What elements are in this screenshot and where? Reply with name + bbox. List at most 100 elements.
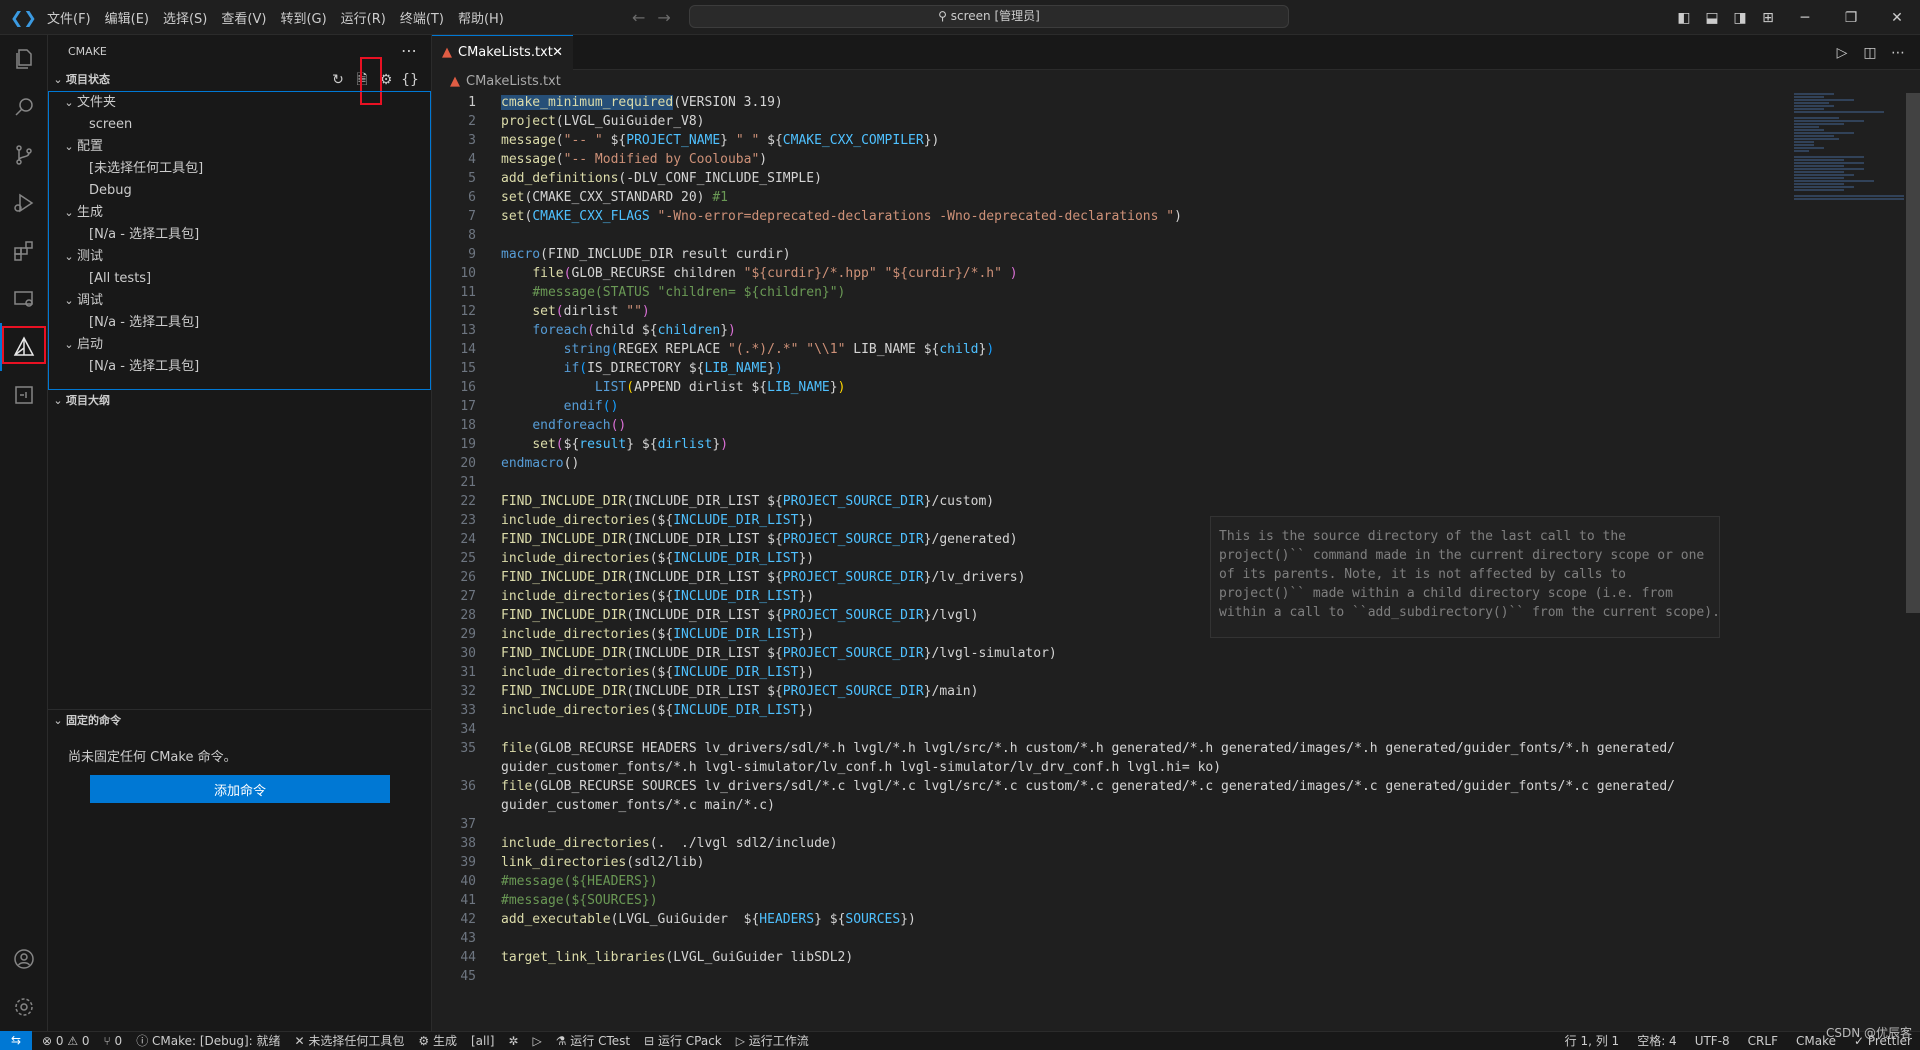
- code-line: 11 #message(STATUS "children= ${children…: [460, 285, 846, 300]
- command-center-search[interactable]: ⚲ screen [管理员]: [689, 5, 1289, 28]
- run-cpack-button[interactable]: ⊟ 运行 CPack: [644, 1032, 722, 1050]
- code-line: 30 FIND_INCLUDE_DIR(INCLUDE_DIR_LIST ${PR…: [460, 646, 1057, 661]
- chevron-down-icon: ⌄: [53, 714, 63, 727]
- status-bar: ⇆ ⊗ 0 ⚠ 0 ⑂ 0 ⓘ CMake: [Debug]: 就绪 ✕ 未选择…: [0, 1026, 1920, 1050]
- back-arrow-icon[interactable]: ←: [632, 8, 645, 27]
- problems-status[interactable]: ⊗ 0 ⚠ 0: [42, 1032, 90, 1050]
- code-line: 20 endmacro(): [460, 456, 580, 471]
- manage-gear-icon[interactable]: [0, 983, 48, 1031]
- search-view-icon[interactable]: [0, 83, 48, 131]
- activity-bar: [0, 35, 48, 1031]
- tree-group-debug[interactable]: ⌄ 调试: [49, 290, 430, 312]
- project-status-tree: ⌄ 文件夹 screen ⌄ 配置 [未选择任何工具包] Debug ⌄ 生成 [N/…: [48, 91, 431, 390]
- forward-arrow-icon[interactable]: →: [657, 8, 670, 27]
- build-target-status[interactable]: [all]: [471, 1032, 494, 1050]
- tree-group-launch[interactable]: ⌄ 启动: [49, 334, 430, 356]
- code-line: 39 link_directories(sdl2/lib): [460, 855, 705, 870]
- minimize-button[interactable]: ─: [1782, 10, 1828, 26]
- menu-view[interactable]: 查看(V): [214, 8, 273, 27]
- json-braces-icon[interactable]: {}: [398, 69, 422, 91]
- kit-status[interactable]: ✕ 未选择任何工具包: [295, 1032, 405, 1050]
- project-outline-header[interactable]: ⌄ 项目大纲: [48, 390, 432, 412]
- tree-item-tests[interactable]: [All tests]: [49, 268, 430, 290]
- pinned-commands-label: 固定的命令: [66, 714, 121, 727]
- status-left: ⊗ 0 ⚠ 0 ⑂ 0 ⓘ CMake: [Debug]: 就绪 ✕ 未选择任何…: [42, 1032, 823, 1050]
- run-debug-icon[interactable]: [0, 179, 48, 227]
- chevron-down-icon: ⌄: [64, 140, 74, 153]
- menu-file[interactable]: 文件(F): [40, 8, 98, 27]
- line-ending-status[interactable]: CRLF: [1748, 1032, 1778, 1050]
- chevron-down-icon: ⌄: [53, 394, 63, 407]
- menu-go[interactable]: 转到(G): [273, 8, 333, 27]
- tree-item-build-type[interactable]: Debug: [49, 180, 430, 202]
- breadcrumb[interactable]: ▲ CMakeLists.txt: [450, 71, 561, 93]
- hover-tooltip: This is the source directory of the last…: [1210, 516, 1720, 638]
- minimap[interactable]: [1794, 93, 1906, 213]
- launch-play-icon[interactable]: ▷: [532, 1032, 541, 1050]
- extensions-icon[interactable]: [0, 227, 48, 275]
- tree-group-config[interactable]: ⌄ 配置: [49, 136, 430, 158]
- close-tab-icon[interactable]: ✕: [552, 36, 563, 69]
- toggle-panel-icon[interactable]: ⬓: [1698, 10, 1726, 26]
- chevron-down-icon: ⌄: [53, 73, 63, 86]
- tree-group-folder[interactable]: ⌄ 文件夹: [49, 92, 430, 114]
- source-control-icon[interactable]: [0, 131, 48, 179]
- run-ctest-button[interactable]: ⚗ 运行 CTest: [556, 1032, 630, 1050]
- code-line: 35 file(GLOB_RECURSE HEADERS lv_drivers/s…: [460, 741, 1676, 775]
- code-line: 12 set(dirlist ""): [460, 304, 650, 319]
- add-command-button[interactable]: 添加命令: [90, 775, 390, 803]
- tree-item-debug-target[interactable]: [N/a - 选择工具包]: [49, 312, 430, 334]
- menu-terminal[interactable]: 终端(T): [393, 8, 451, 27]
- tree-group-test[interactable]: ⌄ 测试: [49, 246, 430, 268]
- accounts-icon[interactable]: [0, 935, 48, 983]
- highlight-box-cmake: [2, 326, 46, 364]
- tree-item-kit[interactable]: [未选择任何工具包]: [49, 158, 430, 180]
- more-actions-icon[interactable]: ⋯: [401, 41, 417, 60]
- restore-button[interactable]: ❐: [1828, 10, 1874, 26]
- indentation-status[interactable]: 空格: 4: [1637, 1032, 1677, 1050]
- chevron-down-icon: ⌄: [64, 96, 74, 109]
- close-window-button[interactable]: ✕: [1874, 10, 1920, 26]
- toggle-primary-sidebar-icon[interactable]: ◧: [1670, 10, 1698, 26]
- run-icon[interactable]: ▷: [1828, 45, 1856, 61]
- menu-help[interactable]: 帮助(H): [451, 8, 511, 27]
- split-editor-icon[interactable]: ◫: [1856, 45, 1884, 61]
- remote-indicator-icon[interactable]: ⇆: [0, 1031, 32, 1050]
- tree-item-launch-target[interactable]: [N/a - 选择工具包]: [49, 356, 430, 378]
- code-line: 21: [460, 475, 476, 490]
- code-line: 41 #message(${SOURCES}): [460, 893, 658, 908]
- code-line: 15 if(IS_DIRECTORY ${LIB_NAME}): [460, 361, 783, 376]
- toggle-secondary-sidebar-icon[interactable]: ◨: [1726, 10, 1754, 26]
- code-line: 17 endif(): [460, 399, 619, 414]
- code-line: 6 set(CMAKE_CXX_STANDARD 20) #1: [468, 190, 728, 205]
- pinned-empty-message: 尚未固定任何 CMake 命令。: [68, 750, 237, 765]
- menu-edit[interactable]: 编辑(E): [98, 8, 156, 27]
- menu-run[interactable]: 运行(R): [334, 8, 393, 27]
- container-tools-icon[interactable]: [0, 371, 48, 419]
- code-line: 14 string(REGEX REPLACE "(.*)/.*" "\\1" …: [460, 342, 995, 357]
- build-button[interactable]: ⚙ 生成: [418, 1032, 457, 1050]
- code-line: 31 include_directories(${INCLUDE_DIR_LIST…: [460, 665, 815, 680]
- run-workflow-button[interactable]: ▷ 运行工作流: [736, 1032, 809, 1050]
- tab-cmakelists[interactable]: ▲ CMakeLists.txt ✕: [432, 35, 573, 70]
- watermark: CSDN @优辰客: [1825, 1026, 1912, 1040]
- tree-item-folder-value[interactable]: screen: [49, 114, 430, 136]
- pinned-commands-header[interactable]: ⌄ 固定的命令: [48, 709, 432, 731]
- refresh-icon[interactable]: ↻: [326, 69, 350, 91]
- encoding-status[interactable]: UTF-8: [1695, 1032, 1730, 1050]
- breadcrumb-file: CMakeLists.txt: [466, 74, 561, 89]
- editor-more-icon[interactable]: ⋯: [1884, 45, 1912, 61]
- code-line: 40 #message(${HEADERS}): [460, 874, 658, 889]
- code-line: 37: [460, 817, 476, 832]
- ports-status[interactable]: ⑂ 0: [104, 1032, 123, 1050]
- cmake-status[interactable]: ⓘ CMake: [Debug]: 就绪: [136, 1032, 280, 1050]
- cursor-position[interactable]: 行 1, 列 1: [1565, 1032, 1620, 1050]
- editor-scrollbar[interactable]: [1906, 93, 1920, 613]
- tree-group-build[interactable]: ⌄ 生成: [49, 202, 430, 224]
- remote-explorer-icon[interactable]: [0, 275, 48, 323]
- explorer-icon[interactable]: [0, 35, 48, 83]
- debug-bug-icon[interactable]: ✲: [508, 1032, 518, 1050]
- customize-layout-icon[interactable]: ⊞: [1754, 10, 1782, 26]
- tree-item-build-target[interactable]: [N/a - 选择工具包]: [49, 224, 430, 246]
- menu-selection[interactable]: 选择(S): [156, 8, 214, 27]
